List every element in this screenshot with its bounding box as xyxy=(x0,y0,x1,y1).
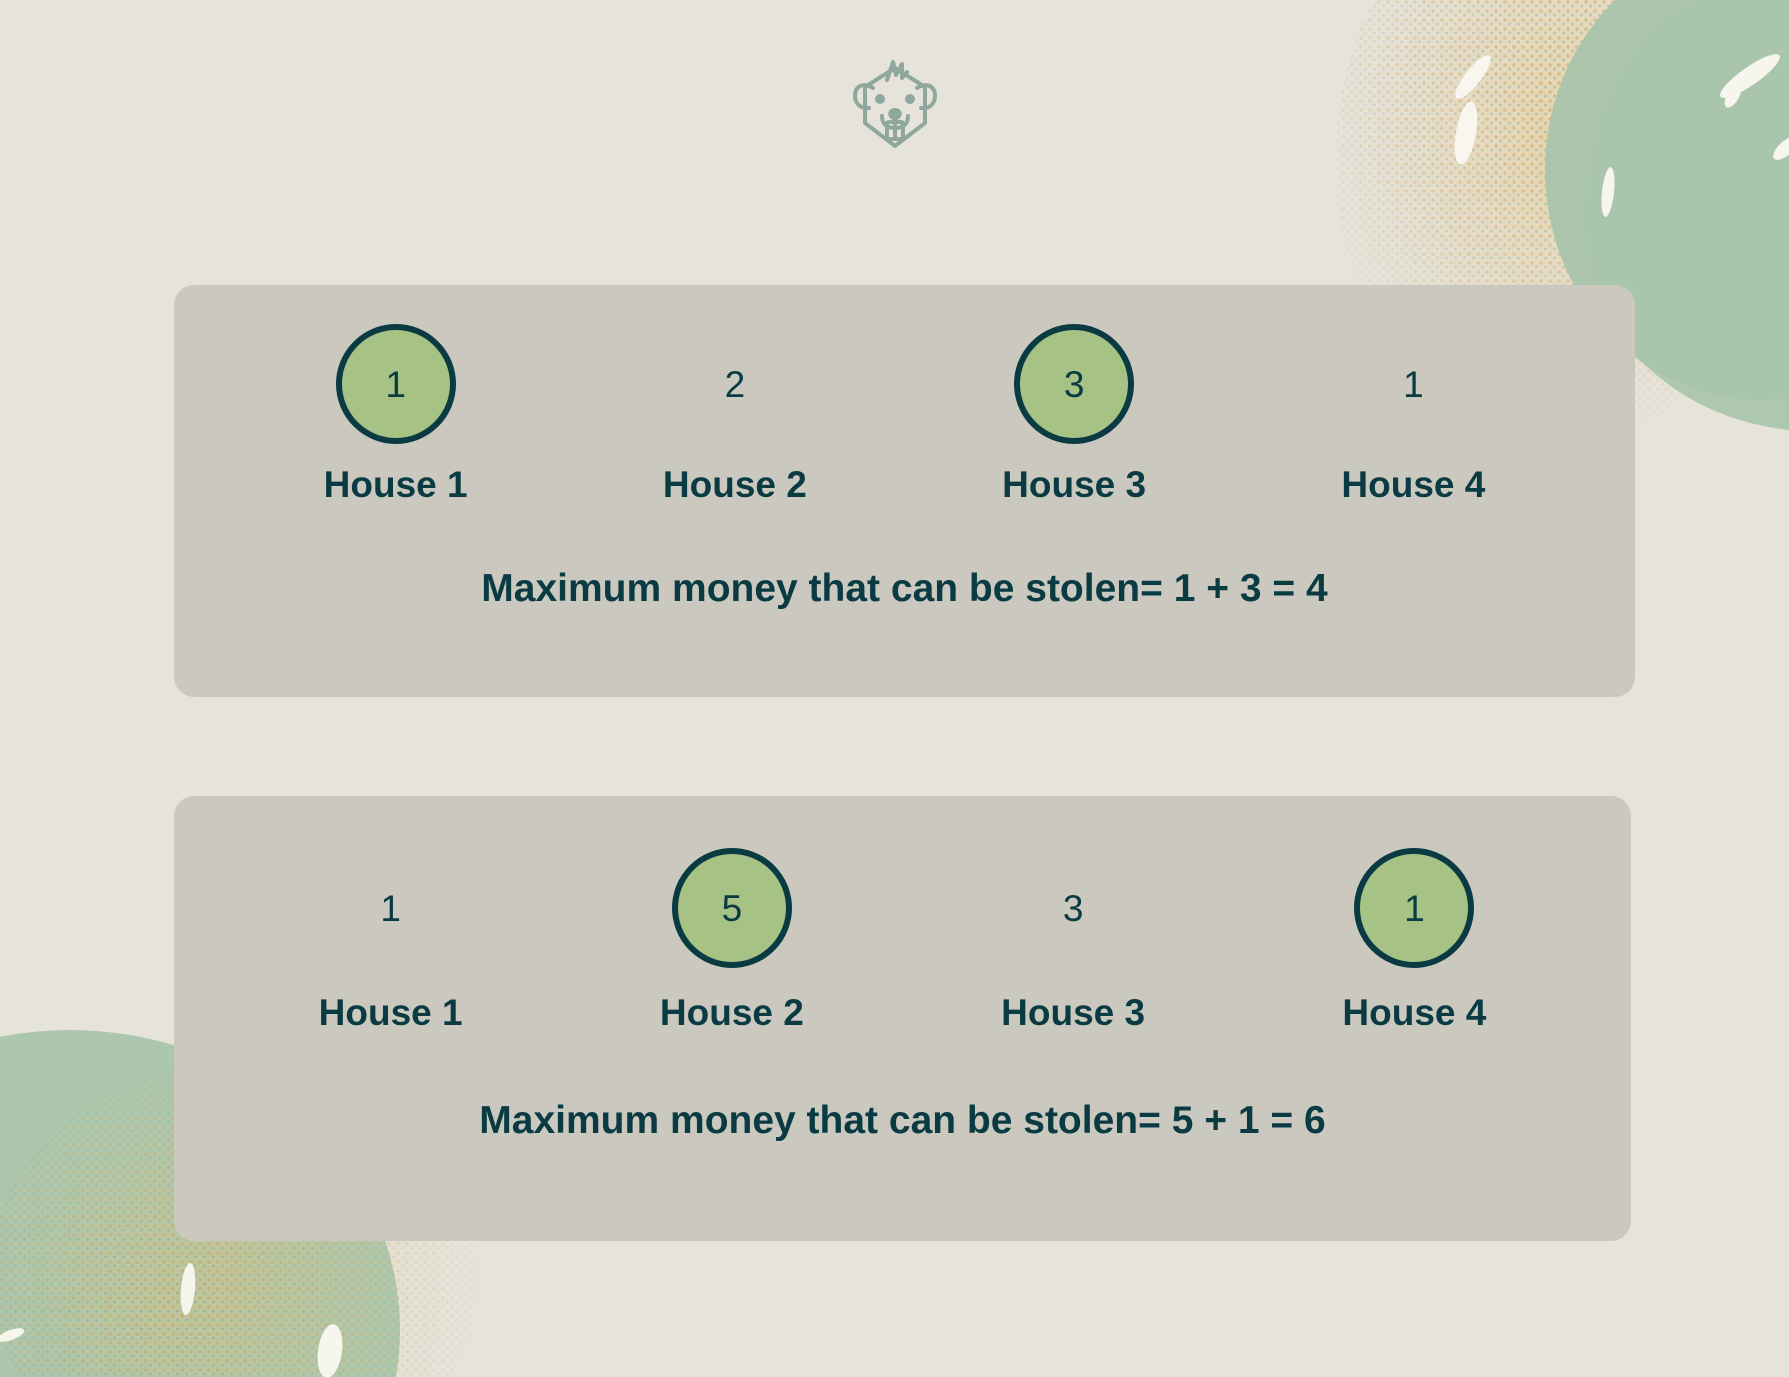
house-item: 2 House 2 xyxy=(565,324,904,505)
house-item: 3 House 3 xyxy=(905,324,1244,503)
house-value-slot: 5 xyxy=(671,848,792,968)
house-value-slot: 3 xyxy=(1014,324,1135,444)
beaver-mascot-icon xyxy=(852,60,937,148)
house-value-slot: 1 xyxy=(1353,324,1473,444)
brand-logo xyxy=(0,58,1789,158)
house-item: 3 House 3 xyxy=(903,848,1244,1033)
house-value-selected-circle: 1 xyxy=(1354,848,1475,968)
house-value: 5 xyxy=(721,887,743,929)
house-value: 1 xyxy=(385,363,406,405)
house-value-selected-circle: 1 xyxy=(335,324,456,444)
house-value: 1 xyxy=(380,887,401,929)
house-value-slot: 1 xyxy=(1354,848,1475,968)
house-value-slot: 1 xyxy=(335,324,456,444)
house-label: House 2 xyxy=(662,464,807,505)
house-value-selected-circle: 3 xyxy=(1014,324,1135,444)
house-value-slot: 2 xyxy=(675,324,795,444)
house-row-2: 1 House 1 5 House 2 3 House 3 1 House 4 xyxy=(174,796,1631,1031)
house-label: House 2 xyxy=(659,992,804,1033)
house-value-slot: 1 xyxy=(331,848,451,968)
house-value-slot: 3 xyxy=(1013,848,1133,968)
example-summary: Maximum money that can be stolen= 5 + 1 … xyxy=(479,1099,1326,1142)
house-label: House 3 xyxy=(1002,464,1147,505)
house-value: 3 xyxy=(1062,887,1084,929)
example-card-1: 1 House 1 2 House 2 3 House 3 1 House 4 … xyxy=(174,285,1635,697)
house-value: 1 xyxy=(1403,363,1424,405)
house-item: 1 House 4 xyxy=(1244,848,1585,1031)
house-value: 3 xyxy=(1063,363,1085,405)
house-value-selected-circle: 5 xyxy=(671,848,792,968)
house-label: House 4 xyxy=(1342,992,1487,1033)
house-label: House 1 xyxy=(323,464,468,505)
house-item: 5 House 2 xyxy=(561,848,902,1031)
examples-stage: 1 House 1 2 House 2 3 House 3 1 House 4 … xyxy=(0,0,1789,1377)
house-value: 1 xyxy=(1404,887,1425,929)
house-label: House 3 xyxy=(1001,992,1146,1033)
example-card-2: 1 House 1 5 House 2 3 House 3 1 House 4 … xyxy=(174,796,1631,1241)
house-label: House 1 xyxy=(318,992,463,1033)
house-row-1: 1 House 1 2 House 2 3 House 3 1 House 4 xyxy=(174,285,1635,503)
example-summary: Maximum money that can be stolen= 1 + 3 … xyxy=(481,567,1328,610)
house-label: House 4 xyxy=(1341,464,1486,505)
house-item: 1 House 1 xyxy=(220,848,561,1033)
house-item: 1 House 1 xyxy=(226,324,565,503)
house-value: 2 xyxy=(724,363,746,405)
house-item: 1 House 4 xyxy=(1244,324,1583,505)
